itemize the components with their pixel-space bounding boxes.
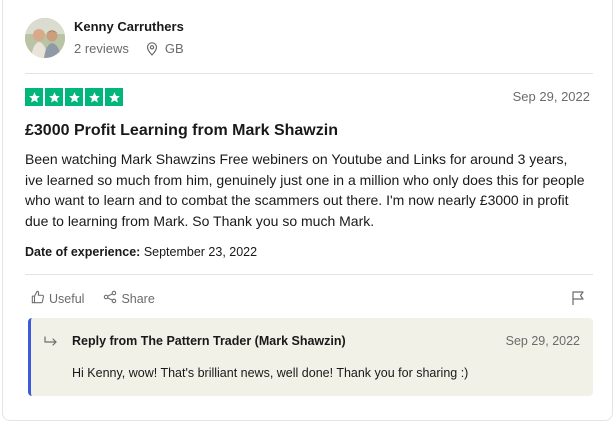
reviewer-name[interactable]: Kenny Carruthers — [74, 19, 184, 35]
experience-label: Date of experience: — [25, 245, 141, 259]
date-of-experience: Date of experience: September 23, 2022 — [25, 244, 257, 260]
flag-icon[interactable] — [570, 290, 586, 306]
reply-text: Hi Kenny, wow! That's brilliant news, we… — [72, 366, 469, 380]
reply-arrow-icon — [43, 334, 59, 350]
reviewer-country: GB — [164, 41, 184, 56]
useful-button[interactable]: Useful — [31, 290, 84, 307]
divider — [25, 73, 593, 74]
useful-label: Useful — [49, 291, 85, 306]
reply-from: Reply from The Pattern Trader (Mark Shaw… — [72, 334, 346, 348]
star-icon — [45, 88, 63, 106]
review-title[interactable]: £3000 Profit Learning from Mark Shawzin — [25, 121, 338, 141]
divider — [25, 274, 593, 275]
reviewer-header: Kenny Carruthers 2 reviews GB — [25, 17, 184, 59]
thumbs-up-icon — [31, 290, 45, 307]
star-icon — [65, 88, 83, 106]
share-button[interactable]: Share — [103, 290, 155, 307]
review-body: Been watching Mark Shawzins Free webiner… — [25, 151, 585, 229]
reply-date: Sep 29, 2022 — [505, 334, 580, 348]
review-date: Sep 29, 2022 — [512, 89, 590, 104]
review-actions: Useful Share — [31, 290, 155, 307]
star-icon — [105, 88, 123, 106]
review-card: Kenny Carruthers 2 reviews GB Sep 29, 20… — [2, 0, 613, 421]
star-rating — [25, 88, 123, 106]
share-label: Share — [121, 291, 155, 306]
company-reply: Reply from The Pattern Trader (Mark Shaw… — [28, 318, 593, 396]
star-icon — [25, 88, 43, 106]
review-count: 2 reviews — [74, 41, 129, 56]
avatar[interactable] — [25, 18, 65, 58]
share-icon — [103, 290, 117, 307]
star-icon — [85, 88, 103, 106]
experience-date: September 23, 2022 — [143, 245, 258, 259]
location-pin-icon — [145, 42, 159, 56]
